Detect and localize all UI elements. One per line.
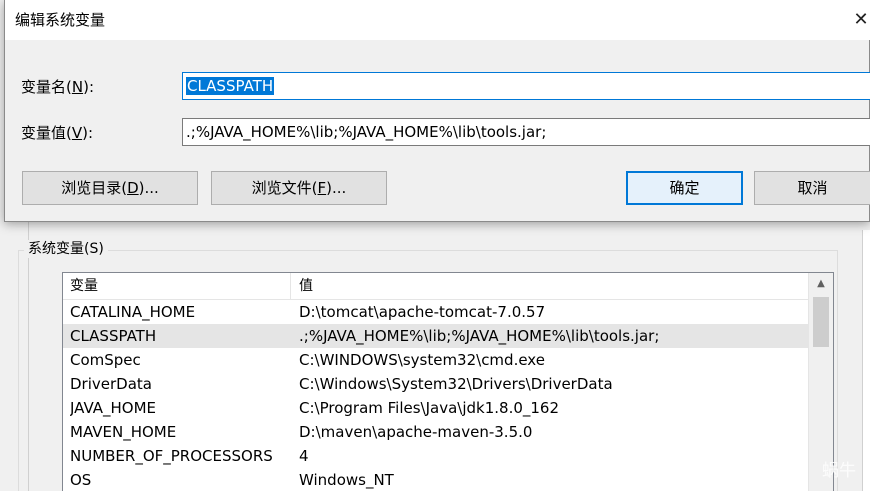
variable-name-cell: JAVA_HOME bbox=[70, 399, 157, 417]
variable-value-cell: .;%JAVA_HOME%\lib;%JAVA_HOME%\lib\tools.… bbox=[299, 327, 660, 345]
system-variables-label: 系统变量(S) bbox=[24, 240, 108, 258]
column-header-value[interactable]: 值 bbox=[292, 273, 808, 299]
variable-name-cell: OS bbox=[70, 471, 92, 489]
table-row[interactable]: CLASSPATH .;%JAVA_HOME%\lib;%JAVA_HOME%\l… bbox=[63, 324, 808, 348]
scroll-thumb[interactable] bbox=[813, 297, 829, 347]
variable-name-cell: ComSpec bbox=[70, 351, 141, 369]
dialog-titlebar: 编辑系统变量 ✕ bbox=[5, 0, 870, 40]
close-icon[interactable]: ✕ bbox=[851, 0, 870, 40]
table-row[interactable]: OS Windows_NT bbox=[63, 468, 808, 491]
variable-value-cell: Windows_NT bbox=[299, 471, 394, 489]
variable-value-label: 变量值(V): bbox=[21, 124, 94, 142]
edit-system-variable-dialog: 编辑系统变量 ✕ 变量名(N): CLASSPATH 变量值(V): .;%JA… bbox=[4, 0, 870, 222]
watermark: 蜗牛 bbox=[822, 461, 856, 481]
table-row[interactable]: JAVA_HOME C:\Program Files\Java\jdk1.8.0_… bbox=[63, 396, 808, 420]
variable-name-cell: NUMBER_OF_PROCESSORS bbox=[70, 447, 273, 465]
variable-name-selected-text: CLASSPATH bbox=[186, 77, 275, 95]
table-row[interactable]: ComSpec C:\WINDOWS\system32\cmd.exe bbox=[63, 348, 808, 372]
variable-name-input[interactable]: CLASSPATH bbox=[182, 72, 870, 100]
browse-file-button[interactable]: 浏览文件(F)... bbox=[211, 171, 387, 205]
variable-value-input[interactable]: .;%JAVA_HOME%\lib;%JAVA_HOME%\lib\tools.… bbox=[182, 118, 870, 146]
variable-name-cell: DriverData bbox=[70, 375, 152, 393]
variable-value-cell: D:\tomcat\apache-tomcat-7.0.57 bbox=[299, 303, 546, 321]
dialog-title: 编辑系统变量 bbox=[15, 11, 106, 29]
list-rows: CATALINA_HOME D:\tomcat\apache-tomcat-7.0… bbox=[63, 300, 808, 491]
variable-name-label: 变量名(N): bbox=[21, 78, 94, 96]
variable-name-cell: CATALINA_HOME bbox=[70, 303, 196, 321]
variable-value-cell: C:\WINDOWS\system32\cmd.exe bbox=[299, 351, 545, 369]
browse-directory-button[interactable]: 浏览目录(D)... bbox=[22, 171, 198, 205]
system-variables-list[interactable]: 变量 值 CATALINA_HOME D:\tomcat\apache-tomca… bbox=[62, 272, 834, 491]
variable-value-cell: C:\Program Files\Java\jdk1.8.0_162 bbox=[299, 399, 560, 417]
table-row[interactable]: DriverData C:\Windows\System32\Drivers\Dr… bbox=[63, 372, 808, 396]
table-row[interactable]: CATALINA_HOME D:\tomcat\apache-tomcat-7.0… bbox=[63, 300, 808, 324]
variable-value-cell: D:\maven\apache-maven-3.5.0 bbox=[299, 423, 533, 441]
cancel-button[interactable]: 取消 bbox=[754, 171, 870, 205]
variable-name-cell: MAVEN_HOME bbox=[70, 423, 177, 441]
scroll-up-arrow-icon[interactable]: ▲ bbox=[809, 273, 833, 295]
table-row[interactable]: MAVEN_HOME D:\maven\apache-maven-3.5.0 bbox=[63, 420, 808, 444]
column-header-variable[interactable]: 变量 bbox=[63, 273, 291, 299]
list-header: 变量 值 bbox=[63, 273, 808, 300]
variable-name-cell: CLASSPATH bbox=[70, 327, 157, 345]
variable-value-cell: 4 bbox=[299, 447, 309, 465]
window-right-strip bbox=[862, 230, 870, 491]
screen: 系统变量(S) 变量 值 CATALINA_HOME D:\tomcat\apac… bbox=[0, 0, 870, 491]
table-row[interactable]: NUMBER_OF_PROCESSORS 4 bbox=[63, 444, 808, 468]
ok-button[interactable]: 确定 bbox=[626, 171, 743, 205]
variable-value-cell: C:\Windows\System32\Drivers\DriverData bbox=[299, 375, 613, 393]
